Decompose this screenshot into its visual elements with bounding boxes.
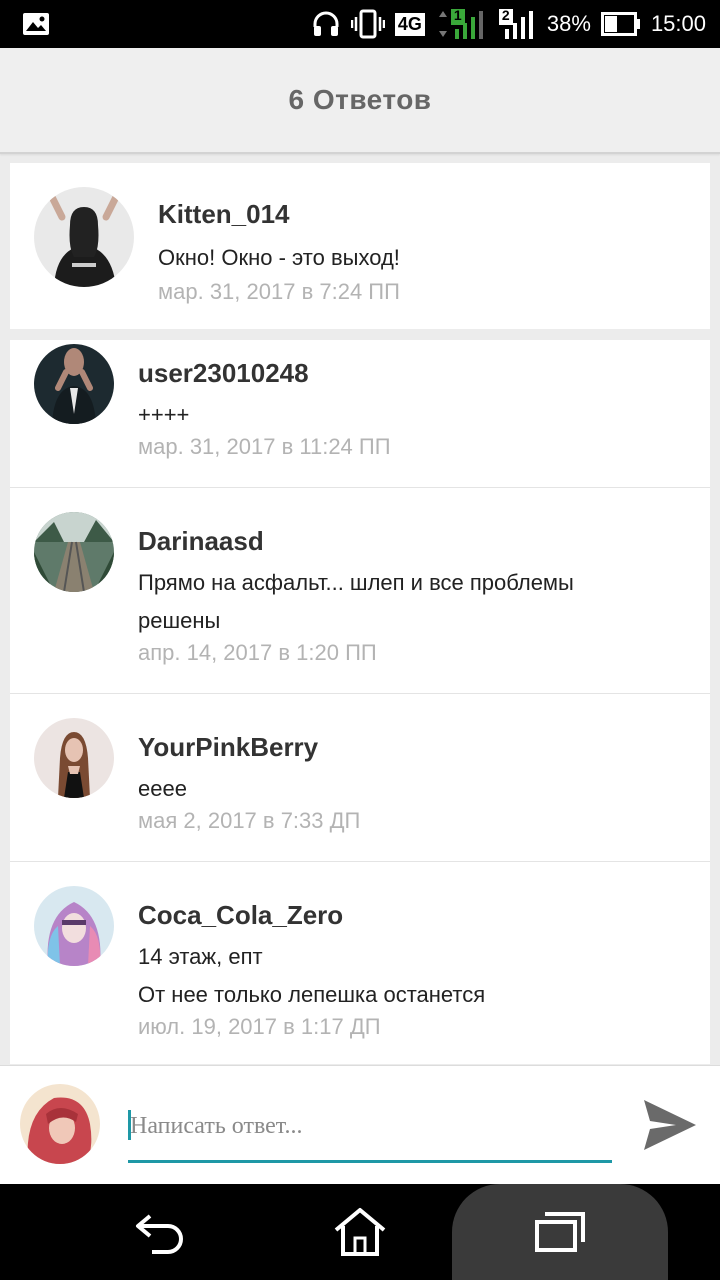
reply-field[interactable] [128, 1098, 612, 1163]
home-button[interactable] [310, 1184, 410, 1280]
send-button[interactable] [640, 1096, 700, 1154]
signal-icon: 1 [435, 7, 487, 41]
battery-icon [600, 10, 641, 38]
reply-text: Прямо на асфальт... шлеп и все проблемы … [138, 570, 574, 633]
image-icon [22, 12, 50, 41]
username[interactable]: Coca_Cola_Zero [138, 900, 343, 931]
timestamp: мар. 31, 2017 в 11:24 ПП [138, 434, 391, 459]
timestamp: мая 2, 2017 в 7:33 ДП [138, 808, 361, 833]
list-item[interactable]: user23010248 ++++ мар. 31, 2017 в 11:24 … [10, 340, 710, 488]
vibrate-icon [350, 9, 385, 39]
reply-input[interactable] [128, 1098, 608, 1154]
sim1-label: 1 [453, 7, 462, 23]
back-icon [136, 1214, 183, 1254]
page-title: 6 Ответов [288, 84, 432, 115]
recents-button[interactable] [510, 1184, 610, 1280]
battery-percent: 38% [546, 11, 591, 36]
avatar[interactable] [34, 718, 114, 798]
reply-text: ++++ [138, 402, 190, 427]
app-header: 6 Ответов [0, 48, 720, 154]
clock: 15:00 [650, 11, 706, 36]
timestamp: июл. 19, 2017 в 1:17 ДП [138, 1014, 381, 1039]
send-icon [644, 1100, 696, 1150]
original-post-card[interactable]: Kitten_014 Окно! Окно - это выход! мар. … [10, 163, 710, 329]
avatar[interactable] [34, 886, 114, 966]
list-item[interactable]: Darinaasd Прямо на асфальт... шлеп и все… [10, 488, 710, 694]
avatar[interactable] [34, 187, 134, 287]
sim2-label: 2 [501, 7, 510, 23]
username[interactable]: Kitten_014 [158, 199, 290, 230]
list-item[interactable]: YourPinkBerry eeee мая 2, 2017 в 7:33 ДП [10, 694, 710, 862]
recents-icon [535, 1212, 585, 1252]
list-item[interactable]: Coca_Cola_Zero 14 этаж, епт От нее тольк… [10, 862, 710, 1064]
avatar[interactable] [20, 1084, 100, 1164]
replies-list[interactable]: user23010248 ++++ мар. 31, 2017 в 11:24 … [10, 340, 710, 1064]
headphones-icon [311, 9, 341, 39]
network-type: 4G [394, 12, 425, 36]
username[interactable]: Darinaasd [138, 526, 264, 557]
signal-icon: 2 [497, 7, 537, 41]
post-text: Окно! Окно - это выход! [158, 245, 400, 270]
username[interactable]: user23010248 [138, 358, 309, 389]
avatar[interactable] [34, 344, 114, 424]
text-cursor [128, 1110, 131, 1140]
username[interactable]: YourPinkBerry [138, 732, 318, 763]
status-bar: 4G 1 2 38% 15:00 [0, 0, 720, 48]
reply-text: 14 этаж, епт От нее только лепешка остан… [138, 944, 486, 1007]
navigation-bar [0, 1184, 720, 1280]
back-button[interactable] [110, 1184, 210, 1280]
timestamp: апр. 14, 2017 в 1:20 ПП [138, 640, 377, 665]
reply-text: eeee [138, 776, 187, 801]
timestamp: мар. 31, 2017 в 7:24 ПП [158, 279, 400, 304]
avatar[interactable] [34, 512, 114, 592]
home-icon [334, 1208, 386, 1256]
